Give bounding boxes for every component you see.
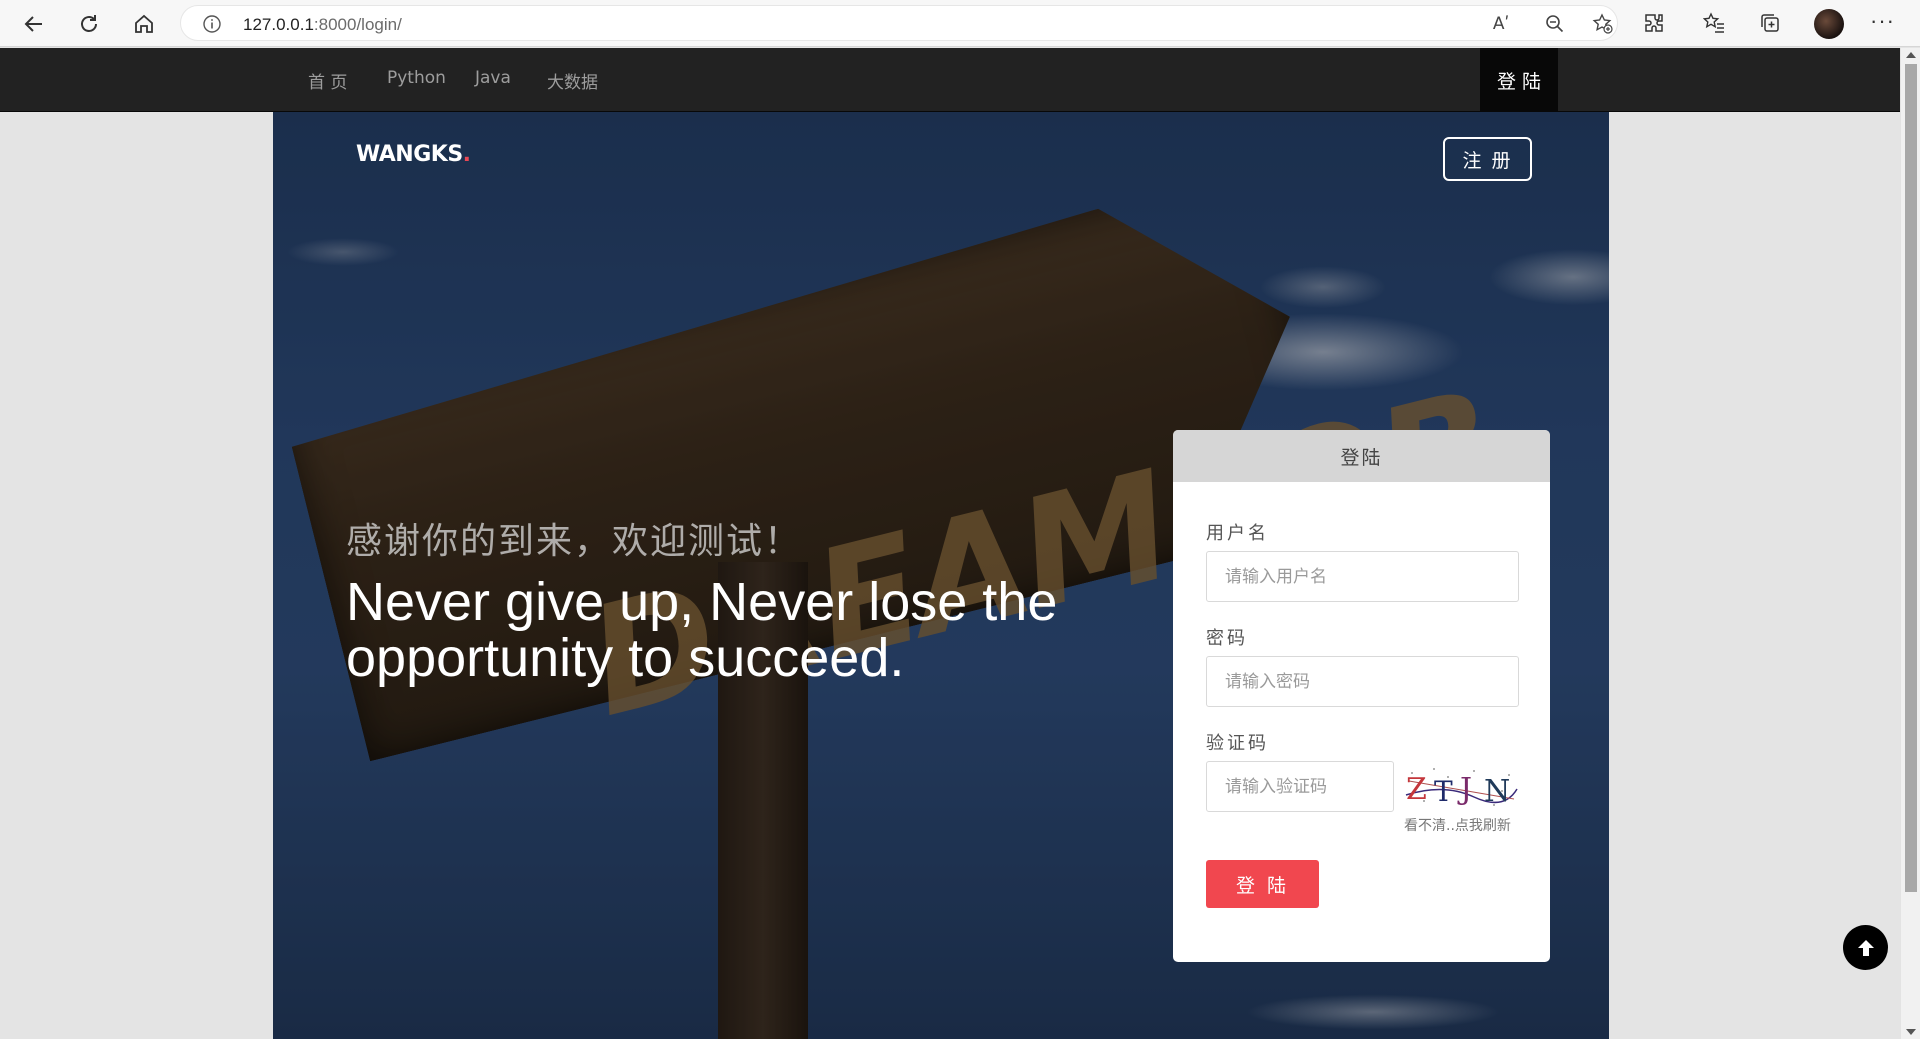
add-favorite-icon[interactable] <box>1591 13 1615 35</box>
nav-item-home[interactable]: 首 页 <box>308 68 347 93</box>
login-card-title: 登陆 <box>1173 430 1550 482</box>
info-icon[interactable] <box>203 15 221 33</box>
more-icon[interactable]: ··· <box>1870 8 1895 34</box>
captcha-refresh-hint[interactable]: 看不清..点我刷新 <box>1404 815 1511 835</box>
captcha-char-1: Z <box>1406 772 1427 807</box>
captcha-char-2: T <box>1434 775 1453 808</box>
back-icon[interactable] <box>18 8 50 40</box>
register-button[interactable]: 注 册 <box>1443 137 1532 181</box>
scroll-down-icon[interactable] <box>1906 1029 1916 1035</box>
collections-icon[interactable] <box>1756 9 1784 37</box>
greeting-text: 感谢你的到来，欢迎测试！ <box>346 521 803 562</box>
zoom-out-icon[interactable] <box>1543 13 1567 35</box>
nav-item-java[interactable]: Java <box>475 68 511 88</box>
hero-section: DREAM JOB WANGKS. 注 册 感谢你的到来，欢迎测试！ Never… <box>273 112 1609 1039</box>
login-card: 登陆 用户名 密码 验证码 Z T J N <box>1173 430 1550 962</box>
read-aloud-icon[interactable]: Aʹ <box>1489 13 1513 35</box>
captcha-label: 验证码 <box>1206 733 1269 754</box>
url-host: 127.0.0.1 <box>243 15 314 34</box>
profile-avatar[interactable] <box>1814 9 1844 39</box>
brand-dot: . <box>462 142 471 167</box>
home-icon[interactable] <box>128 8 160 40</box>
password-input[interactable] <box>1207 657 1518 706</box>
back-to-top-button[interactable] <box>1843 925 1888 970</box>
address-bar[interactable]: 127.0.0.1:8000/login/ Aʹ <box>180 5 1618 41</box>
brand-name: WANGKS <box>356 142 463 167</box>
password-label: 密码 <box>1206 628 1248 649</box>
captcha-char-3: J <box>1457 772 1472 807</box>
url-text[interactable]: 127.0.0.1:8000/login/ <box>243 15 402 35</box>
nav-item-bigdata[interactable]: 大数据 <box>547 68 598 93</box>
favorites-icon[interactable] <box>1700 9 1728 37</box>
slogan-text: Never give up, Never lose the opportunit… <box>346 572 1058 688</box>
captcha-field-box <box>1206 761 1394 812</box>
login-submit-button[interactable]: 登 陆 <box>1206 860 1319 908</box>
nav-item-python[interactable]: Python <box>387 68 446 88</box>
username-label: 用户名 <box>1206 523 1269 544</box>
username-input[interactable] <box>1207 552 1518 601</box>
extensions-icon[interactable] <box>1640 9 1668 37</box>
scrollbar-thumb[interactable] <box>1905 64 1917 892</box>
captcha-char-4: N <box>1484 774 1510 809</box>
scroll-up-icon[interactable] <box>1906 52 1916 58</box>
arrow-up-icon <box>1857 939 1874 956</box>
password-field-box <box>1206 656 1519 707</box>
refresh-icon[interactable] <box>73 8 105 40</box>
page-viewport: 首 页 Python Java 大数据 登 陆 DREAM JOB WANGKS… <box>0 48 1900 1039</box>
captcha-image[interactable]: Z T J N <box>1404 763 1519 811</box>
browser-toolbar: 127.0.0.1:8000/login/ Aʹ ··· <box>0 0 1920 47</box>
top-navbar: 首 页 Python Java 大数据 登 陆 <box>0 48 1900 112</box>
page-scrollbar[interactable] <box>1900 48 1920 1039</box>
captcha-input[interactable] <box>1207 762 1393 811</box>
nav-login-link[interactable]: 登 陆 <box>1480 48 1558 112</box>
username-field-box <box>1206 551 1519 602</box>
url-path: :8000/login/ <box>313 15 402 34</box>
site-logo[interactable]: WANGKS. <box>356 142 471 167</box>
